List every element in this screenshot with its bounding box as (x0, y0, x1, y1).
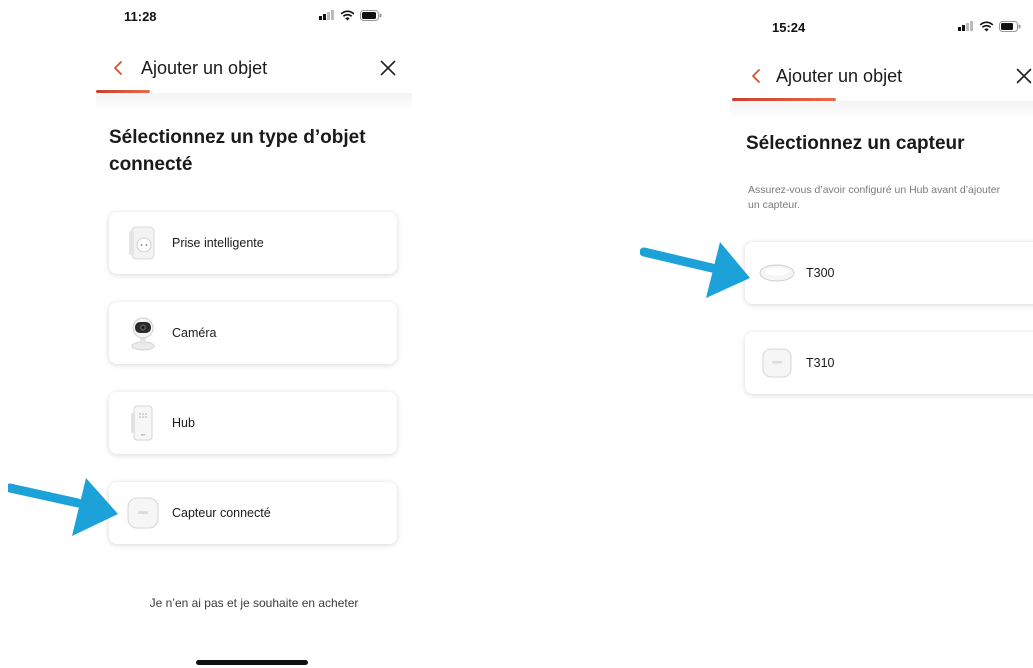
buy-device-link[interactable]: Je n’en ai pas et je souhaite en acheter (96, 596, 412, 610)
water-leak-sensor-icon (757, 253, 797, 293)
battery-icon (360, 9, 382, 21)
cellular-signal-icon (319, 10, 334, 20)
back-button[interactable] (744, 62, 768, 90)
hub-requirement-note-line2: un capteur. (748, 199, 800, 211)
device-type-card-hub[interactable]: Hub (109, 392, 397, 454)
wifi-icon (979, 21, 994, 31)
smart-plug-icon (123, 223, 163, 263)
close-button[interactable] (375, 55, 401, 81)
page-heading: Sélectionnez un type d’objet connecté (109, 124, 399, 178)
page-heading-line2: connecté (109, 154, 193, 175)
sensor-card-t310[interactable]: T310 (745, 332, 1033, 394)
hub-requirement-note-line1: Assurez-vous d’avoir configuré un Hub av… (748, 184, 1001, 196)
highlight-arrow-icon (640, 242, 750, 298)
sensor-icon (123, 493, 163, 533)
back-button[interactable] (106, 54, 130, 82)
phone-screen-left: 11:28 Ajouter un objet Sélectionnez un t… (96, 0, 412, 668)
sensor-label: T300 (806, 266, 835, 280)
sensor-label: T310 (806, 356, 835, 370)
camera-icon (123, 313, 163, 353)
nav-title: Ajouter un objet (776, 66, 903, 86)
close-button[interactable] (1011, 63, 1033, 89)
status-time: 11:28 (124, 9, 157, 24)
phone-screen-right: 15:24 Ajouter un objet Sélectionnez un c… (730, 0, 1033, 668)
close-icon (380, 60, 396, 76)
temperature-sensor-icon (757, 343, 797, 383)
highlight-arrow-icon (8, 478, 118, 536)
device-type-card-camera[interactable]: Caméra (109, 302, 397, 364)
device-type-card-smart-plug[interactable]: Prise intelligente (109, 212, 397, 274)
device-type-label: Caméra (172, 326, 217, 340)
device-type-label: Capteur connecté (172, 506, 271, 520)
status-time: 15:24 (772, 20, 806, 35)
status-icons (319, 8, 382, 22)
page-heading: Sélectionnez un capteur (746, 133, 965, 154)
status-icons (958, 19, 1021, 33)
status-bar: 11:28 (96, 0, 412, 32)
chevron-left-icon (114, 61, 122, 75)
cellular-signal-icon (958, 21, 973, 31)
sensor-card-t300[interactable]: T300 (745, 242, 1033, 304)
hub-icon (123, 403, 163, 443)
nav-bar: Ajouter un objet (96, 48, 412, 88)
close-icon (1016, 68, 1032, 84)
chevron-left-icon (752, 69, 760, 83)
page-heading-line1: Sélectionnez un type d’objet (109, 127, 366, 148)
home-indicator (196, 660, 308, 665)
nav-bar: Ajouter un objet (730, 56, 1033, 96)
device-type-card-sensor[interactable]: Capteur connecté (109, 482, 397, 544)
hub-requirement-note: Assurez-vous d’avoir configuré un Hub av… (748, 183, 1032, 213)
device-type-label: Prise intelligente (172, 236, 264, 250)
wifi-icon (340, 10, 355, 20)
status-bar: 15:24 (730, 0, 1033, 35)
nav-title: Ajouter un objet (141, 58, 268, 78)
device-type-label: Hub (172, 416, 195, 430)
nav-divider (730, 101, 1033, 119)
battery-icon (999, 20, 1021, 32)
nav-divider (96, 93, 412, 111)
